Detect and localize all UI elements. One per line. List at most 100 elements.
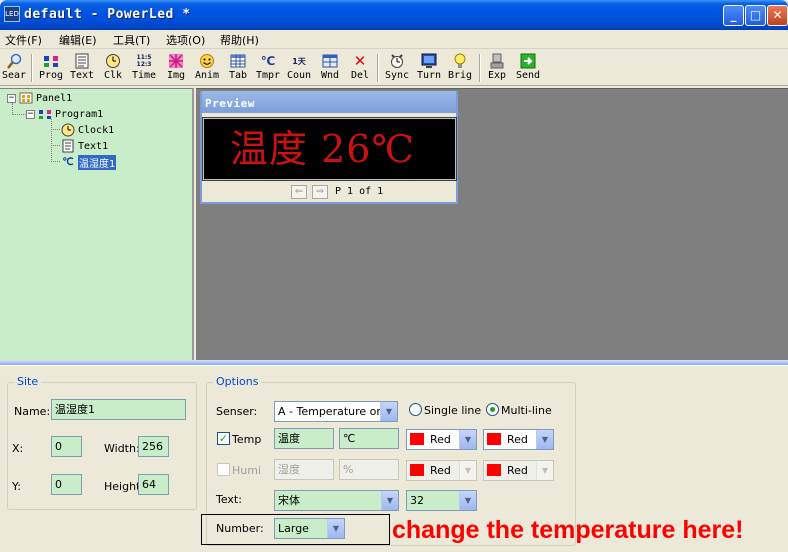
humi-text-input[interactable]: 湿度 bbox=[274, 459, 334, 480]
toolbar-search-button[interactable]: Sear bbox=[1, 51, 27, 85]
program-icon bbox=[38, 107, 52, 121]
temp-label[interactable]: Temp bbox=[232, 433, 261, 446]
humi-unit-input[interactable]: % bbox=[339, 459, 399, 480]
toolbar-time-button[interactable]: 11:5 12:3 Time bbox=[130, 51, 158, 85]
title-bar[interactable]: LED default - PowerLed * _ □ ✕ bbox=[0, 0, 788, 30]
tree-node-program[interactable]: − Program1 bbox=[26, 106, 103, 122]
tree-node-clock[interactable]: Clock1 bbox=[61, 122, 114, 138]
temp-checkbox[interactable]: ✓ bbox=[217, 432, 230, 445]
x-input[interactable]: 0 ▲▼ bbox=[51, 436, 82, 457]
toolbar-animation-button[interactable]: Anim bbox=[193, 51, 221, 85]
toolbar-temperature-button[interactable]: ℃ Tmpr bbox=[254, 51, 282, 85]
tree-label-temperature: 温湿度1 bbox=[78, 154, 117, 170]
height-label: Height bbox=[104, 480, 141, 493]
multi-line-label[interactable]: Multi-line bbox=[501, 404, 552, 417]
tree-label-program: Program1 bbox=[55, 108, 104, 120]
clock-icon bbox=[104, 52, 122, 70]
next-page-button[interactable]: ⇒ bbox=[312, 185, 328, 199]
menu-edit[interactable]: 编辑(E) bbox=[59, 32, 97, 48]
chevron-down-icon[interactable]: ▼ bbox=[327, 519, 344, 538]
menu-tools[interactable]: 工具(T) bbox=[113, 32, 150, 48]
preview-title: Preview bbox=[202, 91, 456, 113]
close-button[interactable]: ✕ bbox=[767, 5, 788, 26]
toolbar-text-button[interactable]: Text bbox=[68, 51, 96, 85]
toolbar-delete-button[interactable]: ✕ Del bbox=[348, 51, 372, 85]
font-size-select[interactable]: 32 ▼ bbox=[406, 490, 477, 511]
led-display: 温度 26℃ bbox=[202, 117, 457, 181]
toolbar-table-button[interactable]: Tab bbox=[226, 51, 250, 85]
humi-label[interactable]: Humi bbox=[232, 464, 261, 477]
project-tree[interactable]: − Panel1 − Program1 Clock1 Text1 ℃ 温湿度1 bbox=[0, 88, 194, 360]
temperature-icon: ℃ bbox=[62, 156, 74, 168]
counter-icon: 1天 bbox=[292, 56, 306, 66]
tree-node-temperature[interactable]: ℃ 温湿度1 bbox=[61, 154, 117, 170]
toolbar-turn-button[interactable]: Turn bbox=[415, 51, 443, 85]
name-input[interactable]: 温湿度1 bbox=[51, 399, 186, 420]
tree-line bbox=[51, 145, 60, 146]
color-swatch bbox=[410, 464, 424, 476]
y-label: Y: bbox=[12, 480, 21, 493]
toolbar-program-button[interactable]: Prog bbox=[36, 51, 66, 85]
tree-line bbox=[12, 114, 26, 115]
search-icon bbox=[5, 52, 23, 70]
animation-icon bbox=[198, 52, 216, 70]
collapse-icon[interactable]: − bbox=[7, 93, 16, 103]
multi-line-radio[interactable] bbox=[486, 403, 499, 416]
single-line-radio[interactable] bbox=[409, 403, 422, 416]
temp-color-select-2[interactable]: Red ▼ bbox=[483, 429, 554, 450]
single-line-label[interactable]: Single line bbox=[424, 404, 481, 417]
temp-color-select-1[interactable]: Red ▼ bbox=[406, 429, 477, 450]
toolbar-clock-button[interactable]: Clk bbox=[100, 51, 126, 85]
toolbar-counter-button[interactable]: 1天 Coun bbox=[285, 51, 313, 85]
chevron-down-icon[interactable]: ▼ bbox=[459, 491, 476, 510]
chevron-down-icon[interactable]: ▼ bbox=[381, 491, 398, 510]
tree-line bbox=[51, 161, 60, 162]
width-input[interactable]: 256 ▲▼ bbox=[138, 436, 169, 457]
time-icon: 11:5 12:3 bbox=[136, 54, 152, 68]
table-icon bbox=[229, 52, 247, 70]
maximize-button[interactable]: □ bbox=[745, 5, 766, 26]
window-title: default - PowerLed * bbox=[24, 7, 191, 22]
menu-options[interactable]: 选项(O) bbox=[166, 32, 205, 48]
toolbar-sync-button[interactable]: Sync bbox=[383, 51, 411, 85]
height-input[interactable]: 64 ▲▼ bbox=[138, 474, 169, 495]
y-input[interactable]: 0 ▲▼ bbox=[51, 474, 82, 495]
panel-icon bbox=[19, 91, 33, 105]
app-logo-icon: LED bbox=[4, 6, 20, 22]
number-size-select[interactable]: Large ▼ bbox=[274, 518, 345, 539]
temp-unit-input[interactable]: ℃ bbox=[339, 428, 399, 449]
chevron-down-icon[interactable]: ▼ bbox=[380, 402, 397, 421]
send-icon bbox=[519, 52, 537, 70]
font-select[interactable]: 宋体 ▼ bbox=[274, 490, 399, 511]
page-indicator: P 1 of 1 bbox=[335, 186, 384, 197]
minimize-button[interactable]: _ bbox=[723, 5, 744, 26]
toolbar-window-button[interactable]: Wnd bbox=[318, 51, 342, 85]
toolbar-image-button[interactable]: Img bbox=[163, 51, 189, 85]
collapse-icon[interactable]: − bbox=[26, 109, 35, 119]
color-swatch bbox=[410, 433, 424, 445]
toolbar-separator bbox=[479, 54, 481, 82]
temperature-icon: ℃ bbox=[260, 54, 276, 68]
toolbar-brightness-button[interactable]: Brig bbox=[446, 51, 474, 85]
toolbar-send-button[interactable]: Send bbox=[514, 51, 542, 85]
humi-color-select-1[interactable]: Red ▼ bbox=[406, 460, 477, 481]
menu-bar: 文件(F) 编辑(E) 工具(T) 选项(O) 帮助(H) bbox=[0, 30, 788, 49]
humi-checkbox[interactable] bbox=[217, 463, 230, 476]
program-icon bbox=[42, 52, 60, 70]
export-icon bbox=[488, 52, 506, 70]
tree-node-panel[interactable]: − Panel1 bbox=[7, 90, 72, 106]
chevron-down-icon[interactable]: ▼ bbox=[459, 430, 476, 449]
prev-page-button[interactable]: ⇐ bbox=[291, 185, 307, 199]
menu-file[interactable]: 文件(F) bbox=[5, 32, 42, 48]
menu-help[interactable]: 帮助(H) bbox=[220, 32, 259, 48]
tree-node-text[interactable]: Text1 bbox=[61, 138, 108, 154]
chevron-down-icon[interactable]: ▼ bbox=[536, 461, 553, 480]
chevron-down-icon[interactable]: ▼ bbox=[459, 461, 476, 480]
senser-select[interactable]: A - Temperature only ▼ bbox=[274, 401, 398, 422]
temp-text-input[interactable]: 温度 bbox=[274, 428, 334, 449]
preview-window[interactable]: Preview 温度 26℃ ⇐ ⇒ P 1 of 1 bbox=[200, 91, 458, 204]
color-swatch bbox=[487, 464, 501, 476]
chevron-down-icon[interactable]: ▼ bbox=[536, 430, 553, 449]
humi-color-select-2[interactable]: Red ▼ bbox=[483, 460, 554, 481]
toolbar-export-button[interactable]: Exp bbox=[485, 51, 509, 85]
